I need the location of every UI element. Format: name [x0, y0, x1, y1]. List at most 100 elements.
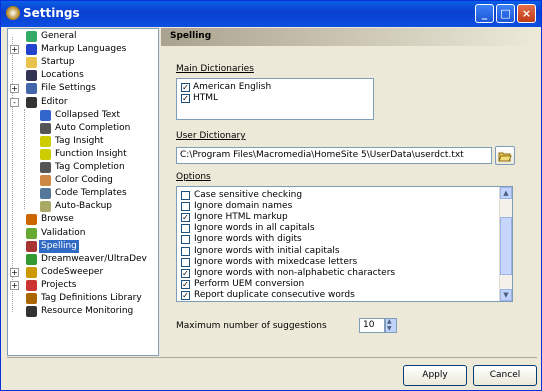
- tree-item-label: Tag Definitions Library: [41, 293, 142, 303]
- tree-item-label: Dreamweaver/UltraDev: [41, 253, 147, 264]
- settings-tree[interactable]: General + Markup Languages Startup Locations…: [7, 28, 159, 356]
- option-label: Ignore words with non-alphabetic charact…: [194, 267, 396, 278]
- user-dictionary-value: C:\Program Files\Macromedia\HomeSite 5\U…: [180, 150, 464, 160]
- scroll-up-icon[interactable]: ▲: [500, 187, 512, 199]
- folder-open-icon: [498, 152, 512, 162]
- tree-item[interactable]: Resource Monitoring: [10, 305, 156, 318]
- tree-item-label: File Settings: [41, 83, 96, 94]
- tree-item[interactable]: + Projects: [10, 279, 156, 292]
- tree-item-label: Spelling: [39, 239, 79, 253]
- option-checkbox[interactable]: [181, 224, 190, 234]
- tree-item-label: Resource Monitoring: [41, 306, 134, 317]
- option-checkbox[interactable]: [181, 246, 190, 256]
- expand-icon[interactable]: +: [10, 45, 19, 55]
- expand-icon[interactable]: +: [10, 84, 19, 94]
- tree-item[interactable]: - Editor: [10, 96, 156, 109]
- tree-item[interactable]: General: [10, 30, 156, 43]
- user-dictionary-label: User Dictionary: [176, 131, 246, 141]
- browse-folder-button[interactable]: [495, 146, 515, 165]
- window-title: Settings: [23, 6, 80, 20]
- tree-item[interactable]: Function Insight: [10, 148, 156, 161]
- markup-icon: [26, 44, 37, 56]
- tree-item-label: Browse: [41, 214, 74, 225]
- tree-item[interactable]: Collapsed Text: [10, 109, 156, 122]
- dictionary-checkbox[interactable]: ✓: [181, 83, 190, 92]
- option-label: Ignore words with initial capitals: [194, 245, 340, 256]
- tree-item[interactable]: Locations: [10, 69, 156, 82]
- collapse-icon[interactable]: -: [10, 97, 19, 107]
- footer-divider: [7, 357, 537, 358]
- color-coding-icon: [40, 175, 51, 187]
- projects-icon: [26, 279, 37, 291]
- option-checkbox[interactable]: ✓: [181, 213, 190, 223]
- spin-down-icon[interactable]: ▼: [387, 325, 392, 332]
- tree-item[interactable]: + CodeSweeper: [10, 266, 156, 279]
- max-suggestions-spinner[interactable]: ▲ ▼: [385, 318, 397, 333]
- tree-item-label: Tag Completion: [55, 162, 125, 172]
- user-dictionary-field[interactable]: C:\Program Files\Macromedia\HomeSite 5\U…: [176, 147, 492, 164]
- option-label: Perform UEM conversion: [194, 278, 305, 289]
- apply-button[interactable]: Apply: [403, 365, 467, 386]
- tree-item[interactable]: Color Coding: [10, 174, 156, 187]
- options-list[interactable]: Case sensitive checking Ignore domain nam…: [176, 186, 513, 302]
- maximize-button[interactable]: □: [496, 4, 515, 23]
- tree-item-label: Projects: [41, 279, 77, 290]
- tree-item[interactable]: Code Templates: [10, 187, 156, 200]
- tree-item[interactable]: Startup: [10, 56, 156, 69]
- close-button[interactable]: ×: [517, 4, 536, 23]
- expand-icon[interactable]: +: [10, 280, 19, 290]
- collapsed-text-icon: [40, 109, 51, 121]
- scroll-thumb[interactable]: [500, 217, 512, 275]
- option-checkbox[interactable]: [181, 202, 190, 212]
- tree-item[interactable]: + File Settings: [10, 82, 156, 95]
- expand-icon[interactable]: +: [10, 267, 19, 277]
- option-checkbox[interactable]: [181, 235, 190, 245]
- spin-up-icon[interactable]: ▲: [387, 318, 392, 325]
- tree-item-label: Tag Insight: [55, 135, 104, 146]
- resource-monitoring-icon: [26, 306, 37, 318]
- folder-open-icon: [26, 57, 37, 69]
- dictionary-checkbox[interactable]: ✓: [181, 94, 190, 103]
- tag-insight-icon: [40, 135, 51, 147]
- settings-window: Settings _ □ × General + Markup Languages S…: [0, 0, 542, 391]
- settings-app-icon: [6, 6, 20, 20]
- function-insight-icon: [40, 148, 51, 160]
- option-label: Ignore words with mixedcase letters: [194, 256, 358, 267]
- option-checkbox[interactable]: [181, 257, 190, 267]
- option-checkbox[interactable]: ✓: [181, 290, 190, 300]
- dreamweaver-icon: [26, 253, 37, 265]
- tree-item[interactable]: Tag Definitions Library: [10, 292, 156, 305]
- options-scrollbar[interactable]: ▲ ▼: [499, 187, 512, 301]
- spelling-icon: [26, 240, 37, 252]
- option-checkbox[interactable]: ✓: [181, 268, 190, 278]
- tree-item[interactable]: Tag Completion: [10, 161, 156, 174]
- tree-item[interactable]: Dreamweaver/UltraDev: [10, 253, 156, 266]
- title-bar: Settings _ □ ×: [1, 1, 541, 27]
- tree-item[interactable]: Auto-Backup: [10, 200, 156, 213]
- tree-item[interactable]: + Markup Languages: [10, 43, 156, 56]
- option-checkbox[interactable]: ✓: [181, 279, 190, 289]
- cancel-button[interactable]: Cancel: [473, 365, 537, 386]
- tree-item-label: Auto-Backup: [55, 201, 112, 212]
- options-label: Options: [176, 172, 211, 182]
- tree-item[interactable]: Tag Insight: [10, 135, 156, 148]
- main-dictionaries-list[interactable]: ✓ American English ✓ HTML: [176, 78, 374, 120]
- tree-item-label: Editor: [41, 96, 68, 107]
- tree-item-label: Function Insight: [55, 148, 127, 159]
- max-suggestions-input[interactable]: 10: [359, 318, 385, 333]
- option-label: Ignore words in all capitals: [194, 223, 315, 234]
- minimize-button[interactable]: _: [475, 4, 494, 23]
- scroll-down-icon[interactable]: ▼: [500, 289, 512, 301]
- tree-item[interactable]: Auto Completion: [10, 122, 156, 135]
- tree-item[interactable]: Browse: [10, 213, 156, 226]
- tree-item[interactable]: Spelling: [10, 239, 156, 253]
- tree-item[interactable]: Validation: [10, 227, 156, 240]
- file-icon: [26, 83, 37, 95]
- dictionary-label: HTML: [193, 93, 219, 103]
- code-templates-icon: [40, 188, 51, 200]
- option-checkbox[interactable]: [181, 191, 190, 200]
- max-suggestions-value: 10: [363, 320, 375, 330]
- option-label: Ignore words with digits: [194, 234, 302, 245]
- validation-icon: [26, 227, 37, 239]
- tree-item-label: Collapsed Text: [55, 109, 121, 120]
